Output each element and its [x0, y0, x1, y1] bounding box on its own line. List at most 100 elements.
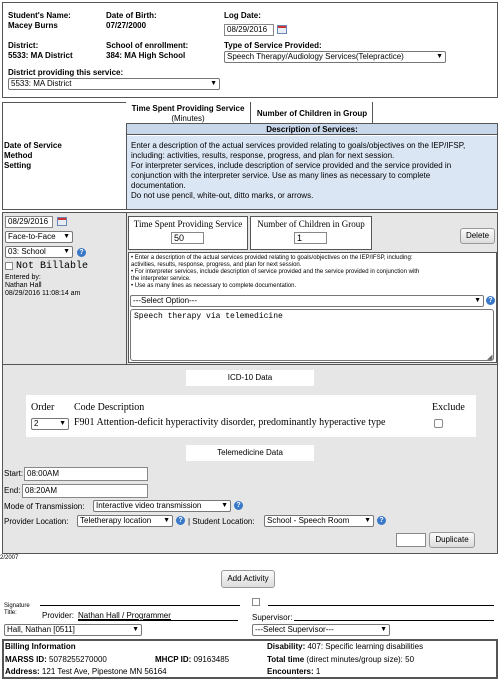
entered-by-label: Entered by: — [5, 274, 41, 281]
option-select-value: ---Select Option--- — [133, 296, 198, 305]
instruction-line: • For interpreter services, include desc… — [131, 269, 420, 275]
chevron-down-icon: ▼ — [221, 502, 228, 509]
divider — [372, 102, 373, 124]
method-select[interactable]: Face-to-Face ▼ — [5, 231, 73, 243]
disability-label: Disability: — [267, 642, 306, 651]
end-label: End: — [4, 486, 21, 495]
total-time-label: Total time — [267, 655, 305, 664]
icd-exclude-header: Exclude — [432, 402, 465, 413]
entered-at: 08/29/2016 11:08:14 am — [5, 290, 81, 297]
method-label: Method — [4, 151, 33, 160]
divider — [2, 364, 498, 365]
start-input[interactable]: 08:00AM — [24, 467, 148, 481]
chevron-down-icon: ▼ — [59, 420, 66, 427]
instruction-line: the interpreter service. — [131, 276, 191, 282]
num-children-label: Number of Children in Group — [257, 219, 365, 229]
duplicate-count-input[interactable] — [396, 533, 426, 547]
supervisor-line — [294, 620, 494, 621]
desc-title: Description of Services: — [266, 125, 358, 134]
chevron-down-icon: ▼ — [210, 80, 217, 87]
mhcp-value: 09163485 — [193, 655, 230, 664]
signature-line — [40, 605, 240, 606]
entered-by-info: Entered by: Nathan Hall 08/29/2016 11:08… — [5, 274, 80, 298]
divider — [250, 102, 251, 124]
providing-district-select[interactable]: 5533: MA District ▼ — [8, 78, 220, 90]
provider-select[interactable]: Hall, Nathan [0511] ▼ — [4, 624, 142, 636]
minutes-header: (Minutes) — [171, 114, 205, 123]
log-date-input[interactable]: 08/29/2016 — [224, 24, 274, 36]
title-label: Title: — [4, 610, 17, 616]
not-billable-checkbox[interactable] — [5, 262, 13, 270]
mhcp-label: MHCP ID: — [155, 655, 192, 664]
dob-label: Date of Birth: — [106, 11, 157, 20]
resize-handle-icon[interactable]: ◢ — [487, 353, 492, 361]
student-location-label: | Student Location: — [188, 517, 255, 526]
provider-location-select[interactable]: Teletherapy location ▼ — [77, 515, 173, 527]
supervisor-label: Supervisor: — [252, 613, 293, 622]
chevron-down-icon: ▼ — [380, 626, 387, 633]
option-select[interactable]: ---Select Option--- ▼ — [130, 295, 484, 307]
form-version-note: 2/2007 — [0, 555, 19, 561]
setting-value: 03: School — [8, 247, 46, 256]
chevron-down-icon: ▼ — [474, 297, 481, 304]
mode-value: Interactive video transmission — [96, 501, 202, 510]
provider-select-value: Hall, Nathan [0511] — [7, 625, 75, 634]
desc-line: For interpreter services, include descri… — [131, 161, 452, 170]
icd-exclude-checkbox[interactable] — [434, 419, 443, 428]
supervisor-checkbox[interactable] — [252, 598, 260, 606]
num-children-input[interactable]: 1 — [294, 232, 327, 244]
providing-district-label: District providing this service: — [8, 68, 124, 77]
chevron-down-icon: ▼ — [63, 248, 70, 255]
not-billable-label: Not Billable — [16, 261, 89, 272]
entered-by-name: Nathan Hall — [5, 282, 42, 289]
icd-title: ICD-10 Data — [186, 370, 314, 386]
chevron-down-icon: ▼ — [63, 233, 70, 240]
supervisor-signature-line — [268, 605, 494, 606]
log-date-label: Log Date: — [224, 11, 261, 20]
service-date-input[interactable]: 08/29/2016 — [5, 216, 53, 228]
help-icon[interactable]: ? — [234, 501, 243, 510]
calendar-icon[interactable] — [277, 25, 287, 34]
student-name-label: Student's Name: — [8, 11, 71, 20]
service-type-select[interactable]: Speech Therapy/Audiology Services(Telepr… — [224, 51, 446, 63]
icd-order-value: 2 — [34, 419, 39, 428]
school-label: School of enrollment: — [106, 41, 189, 50]
service-type-value: Speech Therapy/Audiology Services(Telepr… — [227, 52, 404, 61]
mode-label: Mode of Transmission: — [4, 502, 85, 511]
help-icon[interactable]: ? — [77, 248, 86, 257]
student-location-select[interactable]: School - Speech Room ▼ — [264, 515, 374, 527]
provider-line — [78, 620, 238, 621]
chevron-down-icon: ▼ — [132, 626, 139, 633]
help-icon[interactable]: ? — [486, 296, 495, 305]
setting-select[interactable]: 03: School ▼ — [5, 246, 73, 258]
date-of-service-label: Date of Service — [4, 141, 62, 150]
service-type-label: Type of Service Provided: — [224, 41, 322, 50]
encounters-value: 1 — [315, 667, 321, 676]
provider-link[interactable]: Nathan Hall / Programmer — [78, 611, 171, 620]
duplicate-button[interactable]: Duplicate — [429, 532, 475, 548]
icd-order-select[interactable]: 2 ▼ — [31, 418, 69, 430]
student-location-value: School - Speech Room — [267, 516, 350, 525]
total-time-note: (direct minutes/group size): — [306, 655, 403, 664]
help-icon[interactable]: ? — [176, 516, 185, 525]
student-name: Macey Burns — [8, 21, 58, 30]
help-icon[interactable]: ? — [377, 516, 386, 525]
disability-value: 407: Specific learning disabilities — [307, 642, 424, 651]
school-value: 384: MA High School — [106, 51, 186, 60]
entry-instructions: • Enter a description of the actual serv… — [131, 255, 419, 290]
method-value: Face-to-Face — [8, 232, 56, 241]
instruction-line: activities, results, response, progress,… — [131, 262, 302, 268]
chevron-down-icon: ▼ — [364, 517, 371, 524]
start-label: Start: — [4, 469, 24, 478]
calendar-icon[interactable] — [57, 217, 67, 226]
mode-select[interactable]: Interactive video transmission ▼ — [93, 500, 231, 512]
date-method-setting: Date of Service Method Setting — [4, 141, 62, 171]
billing-title: Billing Information — [5, 642, 76, 651]
delete-button[interactable]: Delete — [460, 228, 495, 244]
desc-line: Enter a description of the actual servic… — [131, 141, 466, 150]
providing-district-value: 5533: MA District — [11, 79, 72, 88]
end-input[interactable]: 08:20AM — [22, 484, 148, 498]
time-spent-input[interactable]: 50 — [171, 232, 204, 244]
add-activity-button[interactable]: Add Activity — [221, 570, 275, 588]
supervisor-select[interactable]: ---Select Supervisor--- ▼ — [252, 624, 390, 636]
